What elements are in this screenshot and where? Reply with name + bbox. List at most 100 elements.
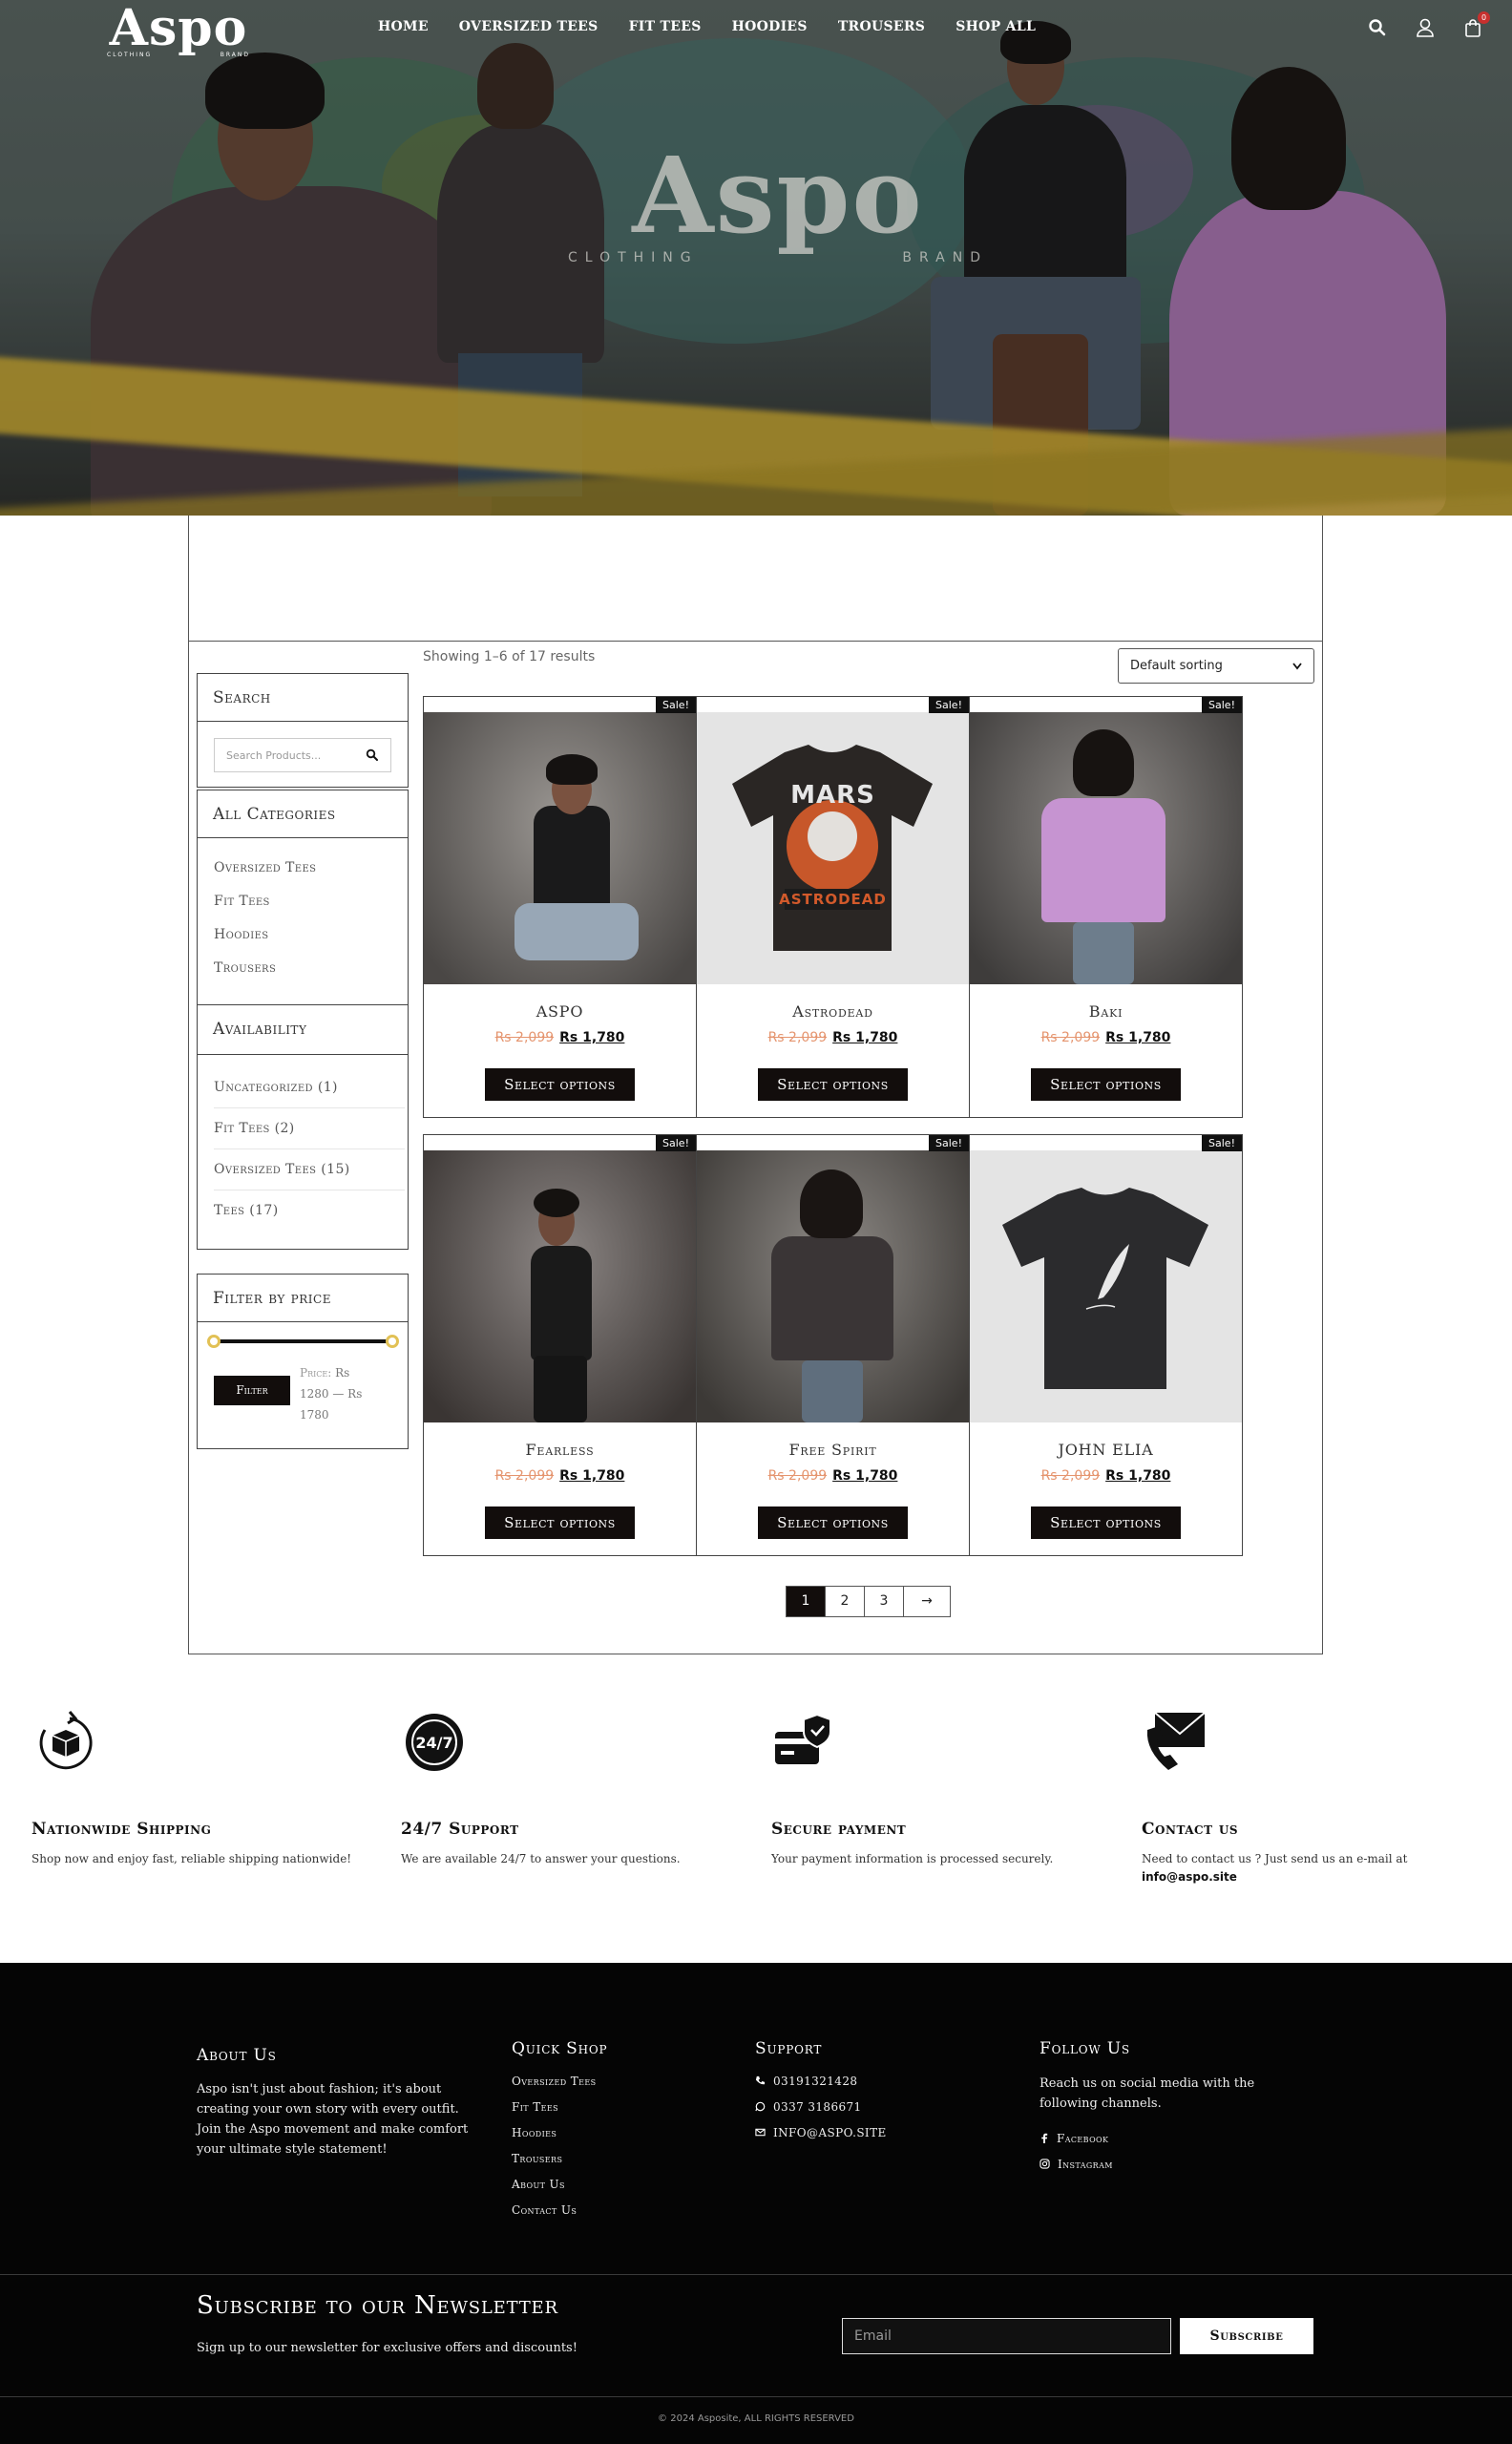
product-card-fearless[interactable]: Sale! Fearless Rs 2,099 Rs 1,780 Select o… (423, 1134, 697, 1556)
old-price: Rs 2,099 (767, 1468, 828, 1484)
nav-hoodies[interactable]: HOODIES (732, 19, 808, 34)
feature-text: Shop now and enjoy fast, reliable shippi… (32, 1852, 352, 1865)
product-image[interactable]: MARS ASTRODEAD (697, 712, 969, 984)
price-slider-max-handle[interactable] (386, 1335, 399, 1348)
price-range-label: Price: Rs 1280 — Rs 1780 (300, 1362, 376, 1425)
category-link-hoodies[interactable]: Hoodies (214, 927, 269, 942)
instagram-icon (1040, 2159, 1050, 2169)
availability-widget-title: Availability (198, 1005, 408, 1055)
product-name[interactable]: Baki (970, 1002, 1242, 1021)
product-name[interactable]: ASPO (424, 1002, 696, 1021)
sidebar-availability-widget: Availability Uncategorized (1) Fit Tees … (197, 1004, 409, 1250)
footer-link-about-us[interactable]: About Us (512, 2171, 597, 2197)
sale-price: Rs 1,780 (1105, 1030, 1171, 1045)
price-slider-min-handle[interactable] (207, 1335, 220, 1348)
footer-link-fit-tees[interactable]: Fit Tees (512, 2094, 597, 2119)
select-options-button[interactable]: Select options (1031, 1506, 1181, 1539)
category-link-oversized-tees[interactable]: Oversized Tees (214, 860, 316, 875)
product-image[interactable] (424, 712, 696, 984)
old-price: Rs 2,099 (767, 1030, 828, 1045)
product-name[interactable]: Fearless (424, 1441, 696, 1459)
product-price: Rs 2,099 Rs 1,780 (424, 1030, 696, 1045)
logo-tag-left: CLOTHING (107, 52, 153, 58)
category-link-trousers[interactable]: Trousers (214, 960, 276, 976)
select-options-button[interactable]: Select options (1031, 1068, 1181, 1101)
chevron-down-icon (1292, 662, 1302, 669)
nav-home[interactable]: HOME (378, 19, 429, 34)
sale-price: Rs 1,780 (832, 1030, 898, 1045)
contact-email-link[interactable]: info@aspo.site (1142, 1870, 1237, 1884)
product-card-baki[interactable]: Sale! Baki Rs 2,099 Rs 1,780 Select optio… (969, 696, 1243, 1118)
nav-shop-all[interactable]: SHOP ALL (956, 19, 1036, 34)
select-options-button[interactable]: Select options (758, 1506, 908, 1539)
newsletter-title: Subscribe to our Newsletter (197, 2291, 558, 2320)
availability-link-fit-tees[interactable]: Fit Tees (2) (214, 1121, 295, 1136)
feature-title: Contact us (1142, 1820, 1239, 1839)
footer-whatsapp[interactable]: 0337 3186671 (755, 2094, 887, 2119)
footer-whatsapp-number: 0337 3186671 (773, 2099, 862, 2114)
page-3[interactable]: 3 (864, 1586, 904, 1617)
shipping-box-icon (39, 1711, 93, 1770)
product-image[interactable] (424, 1150, 696, 1422)
footer-facebook-link[interactable]: Facebook (1040, 2125, 1113, 2151)
facebook-icon (1041, 2133, 1048, 2143)
footer-follow-title: Follow Us (1040, 2039, 1130, 2058)
product-name[interactable]: Free Spirit (697, 1441, 969, 1459)
footer-email[interactable]: INFO@ASPO.SITE (755, 2119, 887, 2145)
availability-link-tees[interactable]: Tees (17) (214, 1203, 279, 1218)
price-filter-button[interactable]: Filter (214, 1376, 290, 1405)
footer-instagram-link[interactable]: Instagram (1040, 2151, 1113, 2177)
product-card-astrodead[interactable]: Sale! MARS ASTRODEAD Astrodead Rs 2,099 R… (696, 696, 970, 1118)
hero-brand-watermark: Aspo CLOTHING BRAND (568, 134, 988, 266)
footer-link-hoodies[interactable]: Hoodies (512, 2119, 597, 2145)
page-next[interactable]: → (903, 1586, 951, 1617)
hero-brand-name: Aspo (632, 134, 924, 257)
site-logo[interactable]: Aspo CLOTHING BRAND (107, 0, 250, 59)
page-2[interactable]: 2 (825, 1586, 865, 1617)
footer-divider (0, 2396, 1512, 2397)
main-nav: HOME OVERSIZED TEES FIT TEES HOODIES TRO… (378, 19, 1066, 34)
product-name[interactable]: JOHN ELIA (970, 1441, 1242, 1459)
product-card-aspo[interactable]: Sale! ASPO Rs 2,099 Rs 1,780 Select optio… (423, 696, 697, 1118)
availability-link-oversized-tees[interactable]: Oversized Tees (15) (214, 1162, 350, 1177)
shopping-bag-icon[interactable]: 0 (1462, 11, 1490, 38)
select-options-button[interactable]: Select options (485, 1506, 635, 1539)
category-link-fit-tees[interactable]: Fit Tees (214, 894, 270, 909)
product-card-john-elia[interactable]: Sale! JOHN ELIA Rs 2,099 Rs 1,780 Select … (969, 1134, 1243, 1556)
nav-fit-tees[interactable]: FIT TEES (629, 19, 702, 34)
footer-link-contact-us[interactable]: Contact Us (512, 2197, 597, 2223)
search-icon[interactable] (1367, 17, 1388, 38)
sale-price: Rs 1,780 (832, 1468, 898, 1484)
nav-oversized-tees[interactable]: OVERSIZED TEES (459, 19, 598, 34)
select-options-button[interactable]: Select options (485, 1068, 635, 1101)
sidebar-categories-list: Oversized Tees Fit Tees Hoodies Trousers (197, 837, 409, 1004)
feature-contact: Contact us Need to contact us ? Just sen… (1142, 1709, 1485, 1886)
old-price: Rs 2,099 (494, 1468, 555, 1484)
product-image[interactable] (970, 712, 1242, 984)
select-options-button[interactable]: Select options (758, 1068, 908, 1101)
footer-phone[interactable]: 03191321428 (755, 2068, 887, 2094)
footer-link-trousers[interactable]: Trousers (512, 2145, 597, 2171)
sale-price: Rs 1,780 (1105, 1468, 1171, 1484)
search-input[interactable]: Search Products... (214, 738, 391, 772)
product-card-free-spirit[interactable]: Sale! Free Spirit Rs 2,099 Rs 1,780 Selec… (696, 1134, 970, 1556)
page-1[interactable]: 1 (786, 1586, 826, 1617)
feature-title: 24/7 Support (401, 1820, 519, 1839)
nav-trousers[interactable]: TROUSERS (838, 19, 925, 34)
subscribe-button[interactable]: Subscribe (1180, 2318, 1313, 2354)
footer-link-oversized-tees[interactable]: Oversized Tees (512, 2068, 597, 2094)
availability-link-uncategorized[interactable]: Uncategorized (1) (214, 1080, 338, 1095)
model-trousers (534, 1356, 587, 1422)
search-input-placeholder: Search Products... (226, 748, 322, 762)
user-icon[interactable] (1415, 17, 1436, 38)
copyright-text: © 2024 Asposite, ALL RIGHTS RESERVED (658, 2413, 854, 2424)
logo-name: Aspo (109, 0, 248, 57)
sort-select[interactable]: Default sorting (1118, 648, 1314, 684)
model-shirt (771, 1236, 893, 1360)
sale-price: Rs 1,780 (559, 1030, 625, 1045)
product-image[interactable] (697, 1150, 969, 1422)
newsletter-email-input[interactable]: Email (842, 2318, 1171, 2354)
product-name[interactable]: Astrodead (697, 1002, 969, 1021)
product-image[interactable] (970, 1150, 1242, 1422)
search-submit-icon[interactable] (366, 748, 379, 762)
